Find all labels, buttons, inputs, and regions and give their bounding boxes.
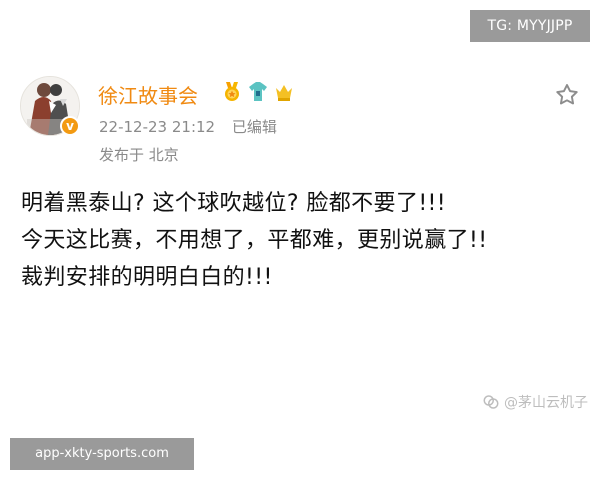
author-watermark-text: @茅山云机子: [504, 395, 588, 411]
verified-badge-icon: v: [60, 116, 80, 136]
edited-label: 已编辑: [231, 118, 277, 136]
crown-icon: [276, 85, 292, 101]
site-watermark: app-xkty-sports.com: [10, 438, 194, 470]
shirt-icon: [249, 82, 267, 101]
post-timestamp: 22-12-23 21:12: [99, 118, 216, 136]
user-badges: [220, 80, 296, 104]
post-content: 明着黑泰山? 这个球吹越位? 脸都不要了!!! 今天这比赛，不用想了，平都难，更…: [21, 185, 541, 296]
post-meta: 22-12-23 21:12 已编辑: [99, 116, 277, 137]
post-line: 裁判安排的明明白白的!!!: [21, 265, 273, 290]
post-line: 明着黑泰山? 这个球吹越位? 脸都不要了!!!: [21, 191, 446, 216]
star-icon[interactable]: [554, 82, 580, 108]
chat-bubble-icon: [483, 395, 499, 409]
medal-icon: [225, 82, 239, 101]
post-location: 发布于 北京: [99, 146, 179, 164]
author-name[interactable]: 徐江故事会: [98, 80, 198, 109]
author-watermark: @茅山云机子: [482, 392, 588, 412]
tg-watermark: TG: MYYJJPP: [470, 10, 590, 42]
post-line: 今天这比赛，不用想了，平都难，更别说赢了!!: [21, 228, 488, 253]
